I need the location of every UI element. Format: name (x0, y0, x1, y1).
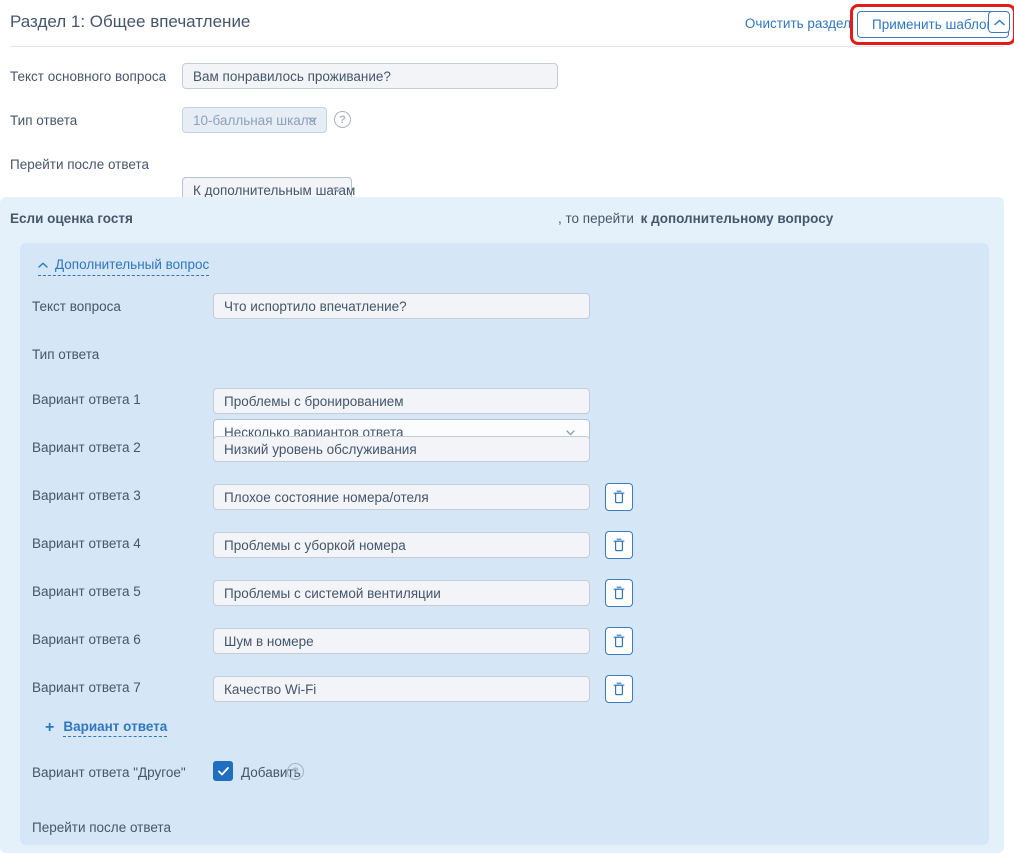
go-after-value: К дополнительным шагам (193, 182, 356, 198)
chevron-down-icon (308, 117, 317, 123)
option-1-input[interactable] (213, 388, 590, 414)
condition-then-text: , то перейти к дополнительному вопросу (558, 211, 833, 226)
other-option-help-icon[interactable]: ? (287, 763, 304, 780)
option-7-delete-button[interactable] (605, 675, 633, 703)
main-question-label: Текст основного вопроса (10, 69, 167, 84)
chevron-down-icon (566, 429, 575, 436)
trash-icon (613, 538, 625, 552)
other-option-label: Вариант ответа "Другое" (32, 765, 186, 780)
chevron-down-icon (333, 187, 342, 193)
plus-icon: + (45, 719, 55, 736)
option-6-label: Вариант ответа 6 (32, 632, 141, 647)
collapse-section-button[interactable] (988, 11, 1010, 33)
answer-type-select[interactable]: 10-балльная шкала (182, 107, 327, 133)
chevron-up-icon (38, 262, 48, 268)
option-7-label: Вариант ответа 7 (32, 680, 141, 695)
option-5-delete-button[interactable] (605, 579, 633, 607)
extra-question-toggle-label: Дополнительный вопрос (55, 257, 210, 272)
option-5-input[interactable] (213, 580, 590, 606)
extra-question-text-input[interactable] (213, 293, 590, 319)
chevron-up-icon (993, 19, 1005, 26)
trash-icon (613, 682, 625, 696)
option-6-delete-button[interactable] (605, 627, 633, 655)
option-4-label: Вариант ответа 4 (32, 536, 141, 551)
then-target-text: к дополнительному вопросу (640, 211, 834, 226)
then-text: , то перейти (558, 211, 634, 226)
section-title: Раздел 1: Общее впечатление (10, 12, 251, 31)
option-4-delete-button[interactable] (605, 531, 633, 559)
option-2-label: Вариант ответа 2 (32, 440, 141, 455)
clear-section-link[interactable]: Очистить раздел (745, 16, 851, 31)
option-2-input[interactable] (213, 436, 590, 462)
option-5-label: Вариант ответа 5 (32, 584, 141, 599)
answer-type-value: 10-балльная шкала (193, 112, 317, 128)
check-icon (217, 766, 229, 776)
option-7-input[interactable] (213, 676, 590, 702)
apply-template-button[interactable]: Применить шаблон (857, 11, 1009, 38)
extra-go-after-label: Перейти после ответа (32, 820, 171, 835)
option-3-label: Вариант ответа 3 (32, 488, 141, 503)
add-option-label: Вариант ответа (63, 719, 168, 737)
extra-answer-type-label: Тип ответа (32, 347, 100, 362)
option-3-input[interactable] (213, 484, 590, 510)
option-6-input[interactable] (213, 628, 590, 654)
header-divider (10, 46, 1004, 47)
go-after-label: Перейти после ответа (10, 157, 149, 172)
condition-label: Если оценка гостя (10, 211, 133, 226)
answer-type-label: Тип ответа (10, 113, 78, 128)
extra-question-toggle-link[interactable]: Дополнительный вопрос (38, 257, 210, 276)
main-question-input[interactable] (182, 63, 558, 89)
trash-icon (613, 634, 625, 648)
add-option-link[interactable]: + Вариант ответа (45, 719, 168, 737)
trash-icon (613, 586, 625, 600)
option-1-label: Вариант ответа 1 (32, 392, 141, 407)
answer-type-help-icon[interactable]: ? (334, 111, 351, 128)
extra-question-text-label: Текст вопроса (32, 299, 121, 314)
option-3-delete-button[interactable] (605, 483, 633, 511)
trash-icon (613, 490, 625, 504)
survey-section-editor: Раздел 1: Общее впечатление Очистить раз… (0, 0, 1014, 853)
other-option-checkbox[interactable] (213, 761, 233, 781)
option-4-input[interactable] (213, 532, 590, 558)
